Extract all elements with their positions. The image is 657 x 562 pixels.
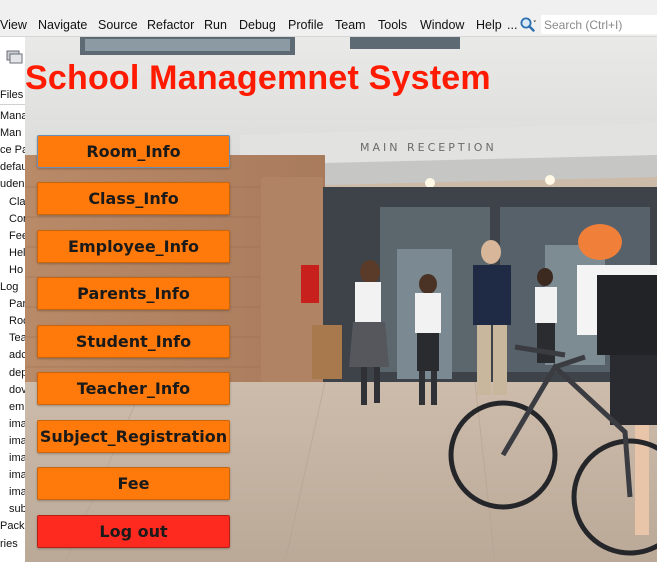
fee-button[interactable]: Fee [37,467,230,500]
menu-debug[interactable]: Debug [239,18,276,33]
tree-item[interactable]: Packa [0,520,25,533]
menu-team[interactable]: Team [335,18,366,33]
tree-item[interactable]: uden [0,178,24,191]
tree-item[interactable]: ima [9,486,25,499]
parents-info-button[interactable]: Parents_Info [37,277,230,310]
room-info-button[interactable]: Room_Info [37,135,230,168]
menu-window[interactable]: Window [420,18,464,33]
tree-item[interactable]: Roc [9,315,25,328]
tree-item[interactable]: ima [9,418,25,431]
menu-source[interactable]: Source [98,18,138,33]
menu-run[interactable]: Run [204,18,227,33]
ide-search [517,15,657,35]
tree-item[interactable]: ima [9,435,25,448]
tree-item[interactable]: ries [0,538,18,551]
tree-item[interactable]: adc [9,349,25,362]
search-icon[interactable] [519,16,537,34]
files-tab[interactable]: Files [0,89,23,102]
menu-help[interactable]: Help [476,18,502,33]
app-title: School Managemnet System [25,59,491,97]
menu-view[interactable]: View [0,18,27,33]
tree-item[interactable]: Cor [9,213,25,226]
menu-tools[interactable]: Tools [378,18,407,33]
menu-refactor[interactable]: Refactor [147,18,194,33]
project-tree-panel: Files Mana Man ce Pa defau uden Cla Cor Fee Hel H… [0,37,25,562]
logout-button[interactable]: Log out [37,515,230,548]
tree-item[interactable]: ima [9,452,25,465]
tree-item[interactable]: Fee [9,230,25,243]
class-info-button[interactable]: Class_Info [37,182,230,215]
tree-item[interactable]: Ho [9,264,23,277]
tree-item[interactable]: em [9,401,24,414]
tree-item[interactable]: Log [0,281,18,294]
tree-item[interactable]: sub [9,503,25,516]
project-stack-icon[interactable] [6,49,24,65]
menu-overflow[interactable]: ... [507,18,517,33]
tree-item[interactable]: Mana [0,110,25,123]
teacher-info-button[interactable]: Teacher_Info [37,372,230,405]
tree-item[interactable]: Cla [9,196,25,209]
search-input[interactable] [541,15,657,34]
menu-profile[interactable]: Profile [288,18,323,33]
employee-info-button[interactable]: Employee_Info [37,230,230,263]
tree-item[interactable]: Par [9,298,25,311]
tree-item[interactable]: dov [9,384,25,397]
main-reception-sign: MAIN RECEPTION [360,141,497,154]
tree-item[interactable]: ce Pa [0,144,25,157]
ide-menu-bar: View Navigate Source Refactor Run Debug … [0,0,657,37]
menu-navigate[interactable]: Navigate [38,18,87,33]
tree-item[interactable]: Man [0,127,21,140]
tree-item[interactable]: Tea [9,332,25,345]
tree-item[interactable]: dep [9,367,25,380]
student-info-button[interactable]: Student_Info [37,325,230,358]
tree-divider [0,104,25,105]
tree-item[interactable]: ima [9,469,25,482]
school-app-window: MAIN RECEPTION School Managemnet System … [25,37,657,562]
tree-item[interactable]: Hel [9,247,25,260]
subject-registration-button[interactable]: Subject_Registration [37,420,230,453]
tree-item[interactable]: defau [0,161,25,174]
